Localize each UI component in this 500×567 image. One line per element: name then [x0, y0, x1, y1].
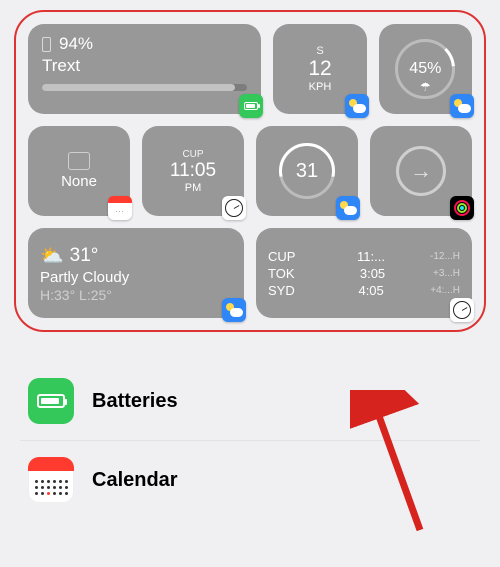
calendar-app-badge: ··· [108, 196, 132, 220]
battery-percent: 94% [59, 34, 93, 54]
calendar-icon [68, 152, 90, 170]
list-label: Batteries [92, 390, 178, 413]
widget-calendar[interactable]: None ··· [28, 126, 130, 216]
widget-clock[interactable]: CUP 11:05 PM [142, 126, 244, 216]
weather-icon [348, 99, 366, 113]
wc-diff: +3...H [433, 268, 460, 279]
wc-time: 3:05 [360, 266, 385, 281]
weather-app-badge [345, 94, 369, 118]
wc-city: CUP [268, 249, 312, 264]
fitness-app-badge [450, 196, 474, 220]
weather-hilo: H:33° L:25° [40, 287, 112, 303]
world-clock-row: SYD 4:05 +4:...H [268, 283, 460, 298]
wc-diff: +4:...H [430, 285, 460, 296]
list-item-batteries[interactable]: Batteries [20, 362, 480, 441]
widget-world-clock[interactable]: CUP 11:... -12...H TOK 3:05 +3...H SYD 4… [256, 228, 472, 318]
widget-fitness[interactable]: → [370, 126, 472, 216]
weather-temp: 31° [70, 245, 99, 267]
world-clock-row: TOK 3:05 +3...H [268, 266, 460, 281]
wind-unit: KPH [309, 81, 332, 93]
app-list: Batteries Calendar [20, 362, 480, 519]
wind-speed: 12 [308, 57, 331, 81]
umbrella-icon: ☂ [420, 80, 431, 94]
widget-precip[interactable]: 45% ☂ [379, 24, 472, 114]
battery-bar [42, 84, 247, 91]
batteries-app-badge [239, 94, 263, 118]
temp-gauge: 31 [279, 143, 335, 199]
battery-icon [244, 102, 258, 110]
widget-wind[interactable]: S 12 KPH [273, 24, 366, 114]
wc-diff: -12...H [430, 251, 460, 262]
wind-direction: S [316, 45, 323, 57]
precip-gauge: 45% ☂ [395, 39, 455, 99]
wc-city: SYD [268, 283, 312, 298]
widget-temperature[interactable]: 31 [256, 126, 358, 216]
widget-gallery[interactable]: 94% Trext S 12 KPH 45% ☂ None [14, 10, 486, 332]
arrow-right-icon: → [396, 146, 446, 196]
weather-icon [225, 303, 243, 317]
partly-cloudy-icon: ⛅ [40, 244, 64, 268]
weather-condition: Partly Cloudy [40, 269, 129, 286]
weather-app-badge [450, 94, 474, 118]
battery-device-name: Trext [42, 56, 80, 76]
battery-icon [37, 394, 65, 408]
wc-time: 4:05 [358, 283, 383, 298]
clock-time: 11:05 [170, 160, 216, 182]
temp-value: 31 [296, 160, 318, 183]
batteries-app-icon [28, 378, 74, 424]
wc-time: 11:... [357, 249, 385, 264]
list-label: Calendar [92, 469, 178, 492]
world-clock-row: CUP 11:... -12...H [268, 249, 460, 264]
clock-app-badge [222, 196, 246, 220]
clock-ampm: PM [185, 182, 202, 194]
calendar-app-icon [28, 457, 74, 503]
weather-app-badge [336, 196, 360, 220]
calendar-none-label: None [61, 173, 97, 190]
widget-weather-summary[interactable]: ⛅ 31° Partly Cloudy H:33° L:25° [28, 228, 244, 318]
list-item-calendar[interactable]: Calendar [20, 441, 480, 519]
weather-app-badge [222, 298, 246, 322]
activity-rings-icon [454, 200, 470, 216]
clock-city: CUP [182, 149, 203, 160]
wc-city: TOK [268, 266, 312, 281]
widget-battery[interactable]: 94% Trext [28, 24, 261, 114]
precip-percent: 45% [409, 60, 441, 78]
phone-icon [42, 37, 51, 52]
weather-icon [453, 99, 471, 113]
clock-app-badge [450, 298, 474, 322]
weather-icon [339, 201, 357, 215]
